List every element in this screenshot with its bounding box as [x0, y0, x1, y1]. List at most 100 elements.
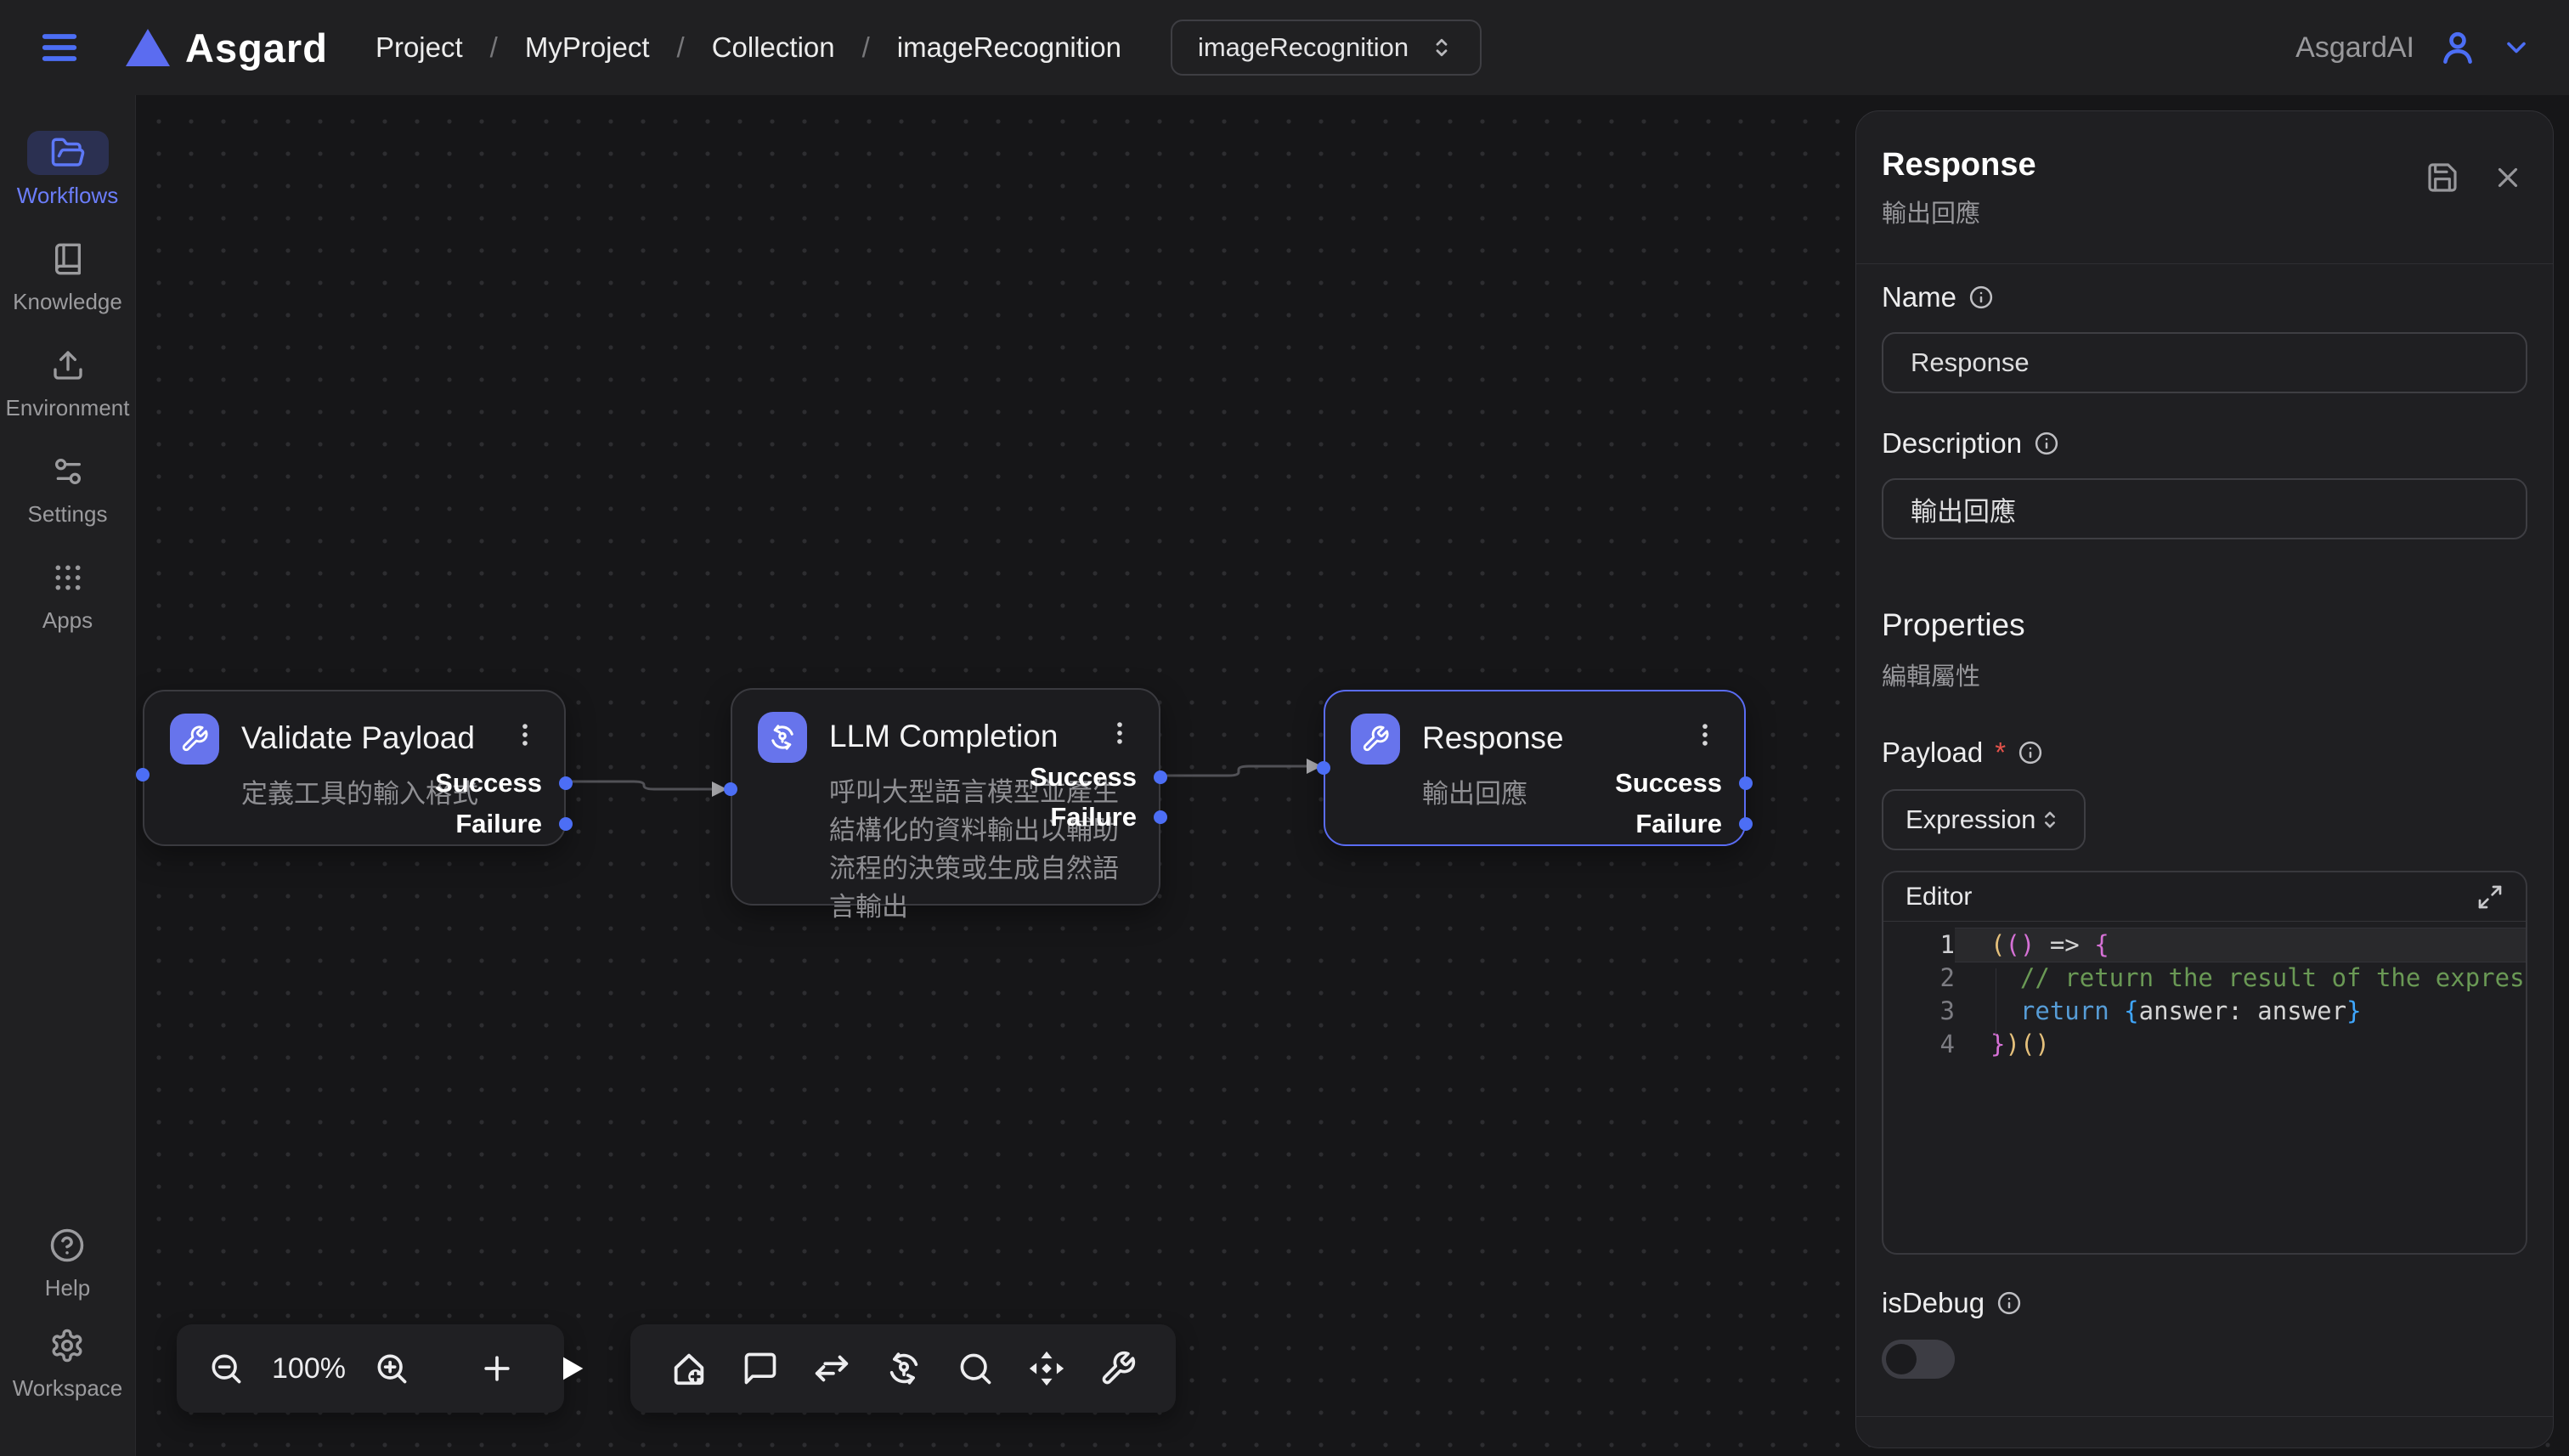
info-icon[interactable]	[2034, 431, 2059, 456]
breadcrumb-myproject[interactable]: MyProject	[525, 31, 650, 64]
panel-body: Name Description Properties 編輯屬性 Payload…	[1856, 281, 2553, 1448]
folder-open-icon	[27, 131, 109, 175]
tools-wrench-button[interactable]	[1099, 1350, 1137, 1387]
info-icon[interactable]	[2018, 740, 2043, 765]
logo-triangle-icon	[126, 29, 170, 66]
editor-code-area[interactable]: 1234 (() => { // return the result of th…	[1883, 922, 2526, 1061]
code-line[interactable]: (() => {	[1955, 928, 2527, 962]
node-title: Response	[1422, 720, 1688, 756]
port-success-handle[interactable]	[1739, 776, 1753, 790]
node-response[interactable]: Response 輸出回應 Success Failure	[1324, 690, 1746, 846]
code-line[interactable]: // return the result of the expression	[1955, 962, 2527, 995]
payload-label-text: Payload	[1882, 736, 1983, 769]
node-menu-kebab-icon[interactable]	[1103, 714, 1137, 753]
add-node-button[interactable]	[478, 1350, 516, 1387]
sidebar-footer: Help Workspace	[13, 1223, 123, 1424]
panel-actions	[2425, 161, 2524, 195]
node-subtitle: 呼叫大型語言模型並產生結構化的資料輸出以輔助流程的決策或生成自然語言輸出	[829, 773, 1122, 926]
wrench-icon	[170, 714, 219, 765]
editor-code[interactable]: (() => { // return the result of the exp…	[1955, 928, 2527, 1061]
port-success-handle[interactable]	[1154, 770, 1167, 784]
run-workflow-button[interactable]	[555, 1352, 589, 1385]
isdebug-field-label: isDebug	[1882, 1287, 2527, 1319]
port-success-handle[interactable]	[559, 776, 573, 790]
node-header: Response	[1325, 691, 1744, 765]
port-failure-handle[interactable]	[1739, 817, 1753, 831]
node-config-panel: Response 輸出回應 Name Desc	[1855, 110, 2554, 1448]
editor-header: Editor	[1883, 872, 2526, 922]
breadcrumb: Project / MyProject / Collection / image…	[375, 31, 1121, 64]
node-validate-payload[interactable]: Validate Payload 定義工具的輸入格式 Success Failu…	[143, 690, 566, 846]
sidebar-item-apps[interactable]: Apps	[27, 556, 109, 634]
tools-toolbar	[630, 1324, 1176, 1413]
sidebar-item-workflows[interactable]: Workflows	[17, 131, 118, 209]
zoom-in-button[interactable]	[373, 1350, 410, 1387]
chevrons-up-down-icon	[1429, 35, 1454, 60]
port-failure-label: Failure	[1050, 802, 1137, 832]
top-navbar: Asgard Project / MyProject / Collection …	[0, 0, 2569, 95]
name-field-label: Name	[1882, 281, 2527, 313]
panel-header: Response 輸出回應	[1856, 111, 2553, 263]
node-header: LLM Completion	[732, 690, 1159, 763]
breadcrumb-project[interactable]: Project	[375, 31, 463, 64]
chevrons-up-down-icon	[2038, 808, 2062, 832]
port-input-handle[interactable]	[136, 768, 150, 782]
sidebar-item-settings[interactable]: Settings	[27, 449, 109, 528]
node-menu-kebab-icon[interactable]	[1688, 715, 1722, 754]
user-avatar-icon[interactable]	[2436, 26, 2479, 69]
sidebar-item-environment[interactable]: Environment	[6, 343, 130, 421]
breadcrumb-collection[interactable]: Collection	[712, 31, 835, 64]
llm-node-button[interactable]	[884, 1349, 923, 1388]
code-line[interactable]: })()	[1955, 1028, 2527, 1061]
code-line[interactable]: return {answer: answer}	[1955, 995, 2527, 1028]
description-label-text: Description	[1882, 427, 2022, 460]
port-failure-handle[interactable]	[1154, 810, 1167, 824]
node-llm-completion[interactable]: LLM Completion 呼叫大型語言模型並產生結構化的資料輸出以輔助流程的…	[731, 688, 1160, 906]
swap-horizontal-button[interactable]	[812, 1349, 851, 1388]
panel-subtitle: 輸出回應	[1882, 194, 2036, 229]
isdebug-toggle[interactable]	[1882, 1340, 1955, 1379]
llm-refresh-bulb-icon	[758, 712, 807, 763]
description-input[interactable]	[1882, 478, 2527, 539]
move-navigate-button[interactable]	[1027, 1349, 1066, 1388]
toggle-knob	[1886, 1344, 1917, 1374]
user-menu-chevron-icon[interactable]	[2501, 32, 2532, 63]
node-menu-kebab-icon[interactable]	[508, 715, 542, 754]
name-input[interactable]	[1882, 332, 2527, 393]
info-icon[interactable]	[1968, 285, 1994, 310]
workflow-selector-value: imageRecognition	[1198, 32, 1409, 63]
port-success-label: Success	[435, 768, 542, 799]
comment-button[interactable]	[742, 1350, 779, 1387]
gear-icon	[26, 1323, 108, 1368]
payload-type-select[interactable]: Expression	[1882, 789, 2086, 850]
zoom-out-button[interactable]	[207, 1350, 245, 1387]
grid-dots-icon	[27, 556, 109, 600]
port-failure-label: Failure	[1635, 809, 1722, 839]
breadcrumb-workflow[interactable]: imageRecognition	[897, 31, 1121, 64]
maximize-icon[interactable]	[2476, 883, 2504, 911]
required-asterisk: *	[1995, 736, 2006, 769]
info-icon[interactable]	[1996, 1290, 2022, 1316]
port-success-label: Success	[1030, 762, 1137, 793]
payload-field-label: Payload *	[1882, 736, 2527, 769]
sidebar-item-workspace[interactable]: Workspace	[13, 1323, 123, 1402]
left-sidebar: Workflows Knowledge Environment Settings…	[0, 95, 136, 1456]
app-root: Asgard Project / MyProject / Collection …	[0, 0, 2569, 1456]
sidebar-item-knowledge[interactable]: Knowledge	[13, 237, 122, 315]
breadcrumb-separator: /	[677, 31, 685, 64]
port-failure-handle[interactable]	[559, 817, 573, 831]
sliders-icon	[27, 449, 109, 494]
zoom-toolbar: 100%	[177, 1324, 564, 1413]
properties-subtitle: 編輯屬性	[1882, 657, 2527, 692]
sidebar-item-help[interactable]: Help	[13, 1223, 123, 1301]
search-button[interactable]	[957, 1350, 994, 1387]
save-icon[interactable]	[2425, 161, 2459, 195]
port-input-handle[interactable]	[724, 782, 737, 796]
port-input-handle[interactable]	[1317, 761, 1330, 775]
add-home-node-button[interactable]	[669, 1349, 709, 1388]
workflow-selector[interactable]: imageRecognition	[1171, 20, 1482, 76]
close-icon[interactable]	[2492, 161, 2524, 194]
breadcrumb-separator: /	[490, 31, 498, 64]
hamburger-menu-icon[interactable]	[37, 25, 82, 70]
properties-title: Properties	[1882, 607, 2527, 643]
